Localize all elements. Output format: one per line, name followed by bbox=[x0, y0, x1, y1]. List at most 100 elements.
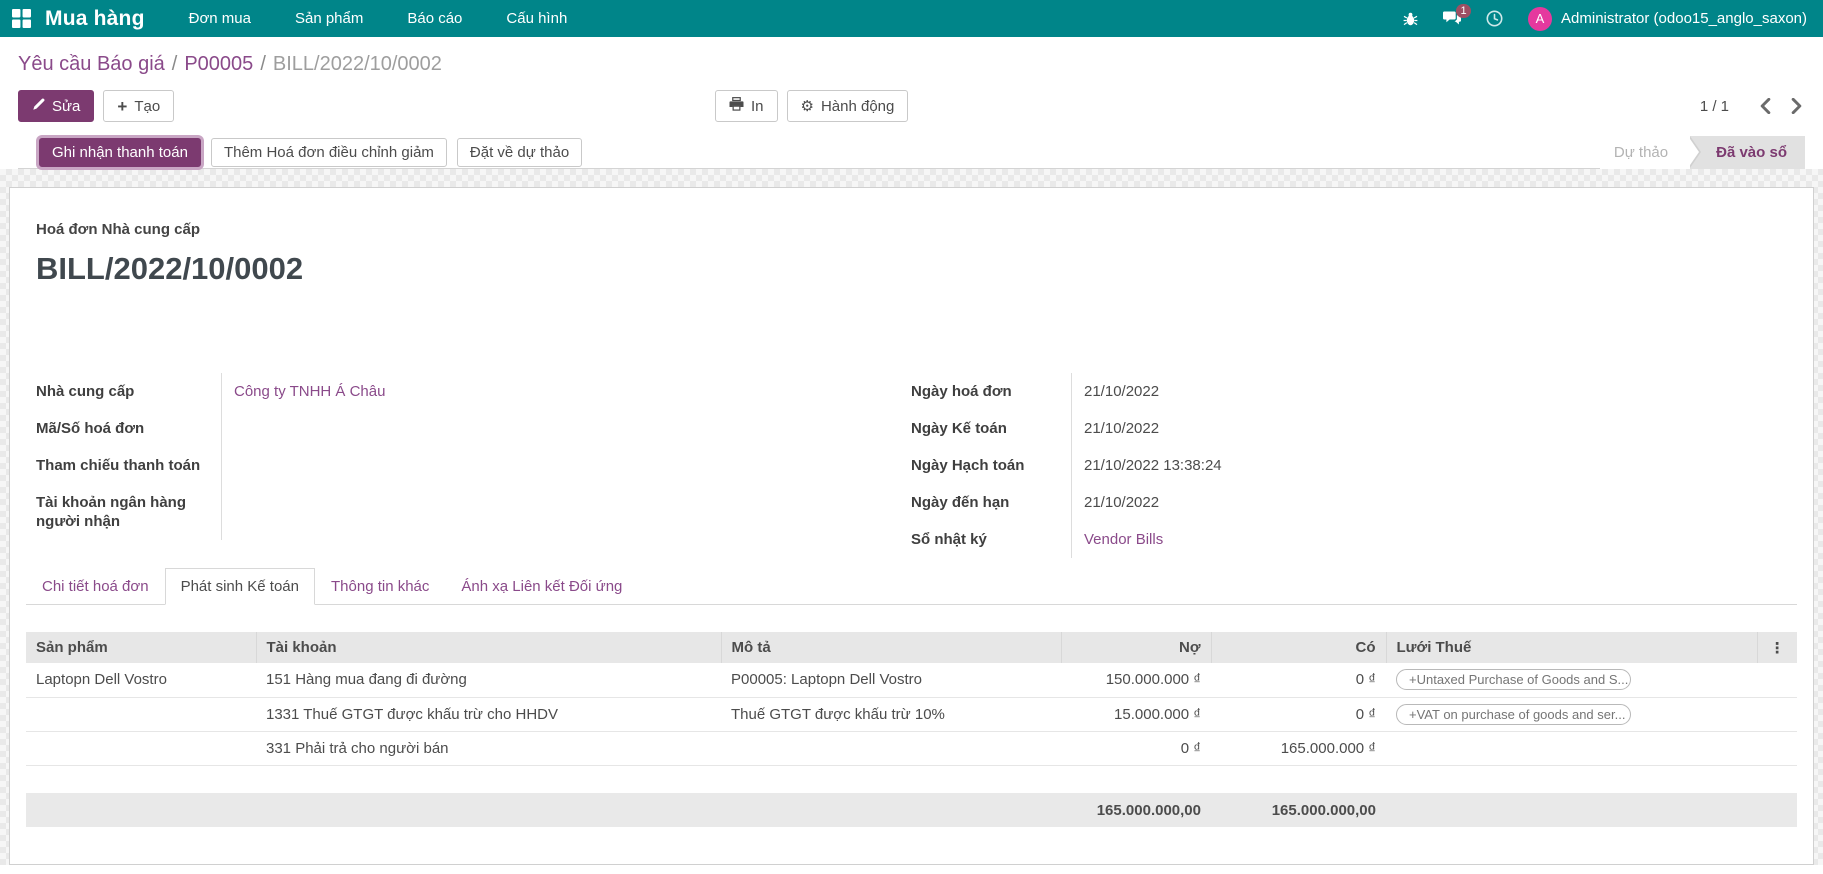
col-header-product[interactable]: Sản phẩm bbox=[26, 632, 256, 663]
total-credit: 165.000.000,00 bbox=[1211, 793, 1386, 827]
form-view-background: Hoá đơn Nhà cung cấp BILL/2022/10/0002 N… bbox=[0, 169, 1823, 865]
table-row[interactable]: Laptopn Dell Vostro 151 Hàng mua đang đi… bbox=[26, 663, 1797, 697]
edit-button[interactable]: Sửa bbox=[18, 90, 94, 122]
field-groups: Nhà cung cấp Công ty TNHH Á Châu Mã/Số h… bbox=[26, 373, 1797, 558]
reset-to-draft-button[interactable]: Đặt về dự thảo bbox=[457, 138, 582, 167]
plus-icon: + bbox=[117, 98, 127, 115]
field-label-payment-reference: Tham chiếu thanh toán bbox=[36, 447, 221, 484]
cell-debit[interactable]: 15.000.000 ₫ bbox=[1061, 697, 1211, 731]
totals-row: 165.000.000,00 165.000.000,00 bbox=[26, 793, 1797, 827]
pencil-icon bbox=[32, 98, 45, 115]
tax-grid-pill[interactable]: +Untaxed Purchase of Goods and S... bbox=[1396, 669, 1631, 690]
cell-product[interactable] bbox=[26, 697, 256, 731]
breadcrumb-link-rfq[interactable]: Yêu cầu Báo giá bbox=[18, 53, 165, 75]
printer-icon bbox=[729, 97, 744, 115]
field-label-bill-reference: Mã/Số hoá đơn bbox=[36, 410, 221, 447]
top-navbar: Mua hàng Đơn mua Sản phẩm Báo cáo Cấu hì… bbox=[0, 0, 1823, 37]
status-step-draft[interactable]: Dự thảo bbox=[1600, 136, 1690, 169]
breadcrumb-separator: / bbox=[165, 53, 185, 75]
breadcrumb-separator: / bbox=[253, 53, 273, 75]
col-header-credit[interactable]: Có bbox=[1211, 632, 1386, 663]
register-payment-button[interactable]: Ghi nhận thanh toán bbox=[39, 138, 201, 167]
field-label-bill-date: Ngày hoá đơn bbox=[911, 373, 1071, 410]
field-value-bill-reference[interactable] bbox=[221, 410, 911, 447]
field-value-vendor: Công ty TNHH Á Châu bbox=[221, 373, 911, 410]
pager-prev-icon[interactable] bbox=[1757, 96, 1774, 116]
cell-account[interactable]: 151 Hàng mua đang đi đường bbox=[256, 663, 721, 697]
create-button[interactable]: + Tạo bbox=[103, 90, 174, 122]
col-header-tax-grids[interactable]: Lưới Thuế bbox=[1386, 632, 1757, 663]
document-type-label: Hoá đơn Nhà cung cấp bbox=[26, 221, 1797, 238]
cell-credit[interactable]: 165.000.000 ₫ bbox=[1211, 731, 1386, 765]
field-value-payment-reference[interactable] bbox=[221, 447, 911, 484]
field-label-vendor: Nhà cung cấp bbox=[36, 373, 221, 410]
field-label-journal: Sổ nhật ký bbox=[911, 521, 1071, 558]
print-button[interactable]: In bbox=[715, 90, 778, 122]
cell-account[interactable]: 1331 Thuế GTGT được khấu trừ cho HHDV bbox=[256, 697, 721, 731]
field-value-recipient-bank[interactable] bbox=[221, 484, 911, 540]
statusbar: Ghi nhận thanh toán Thêm Hoá đơn điều ch… bbox=[18, 136, 1805, 169]
cell-debit[interactable]: 150.000.000 ₫ bbox=[1061, 663, 1211, 697]
tab-other-info[interactable]: Thông tin khác bbox=[315, 568, 445, 605]
tab-journal-items[interactable]: Phát sinh Kế toán bbox=[165, 568, 315, 605]
control-panel: Yêu cầu Báo giá/P00005/BILL/2022/10/0002… bbox=[0, 37, 1823, 169]
cell-description[interactable]: Thuế GTGT được khấu trừ 10% bbox=[721, 697, 1061, 731]
apps-menu-icon[interactable] bbox=[12, 9, 31, 28]
pager-count: 1 / 1 bbox=[1700, 98, 1743, 115]
tab-invoice-lines[interactable]: Chi tiết hoá đơn bbox=[26, 568, 165, 605]
tax-grid-pill[interactable]: +VAT on purchase of goods and ser... bbox=[1396, 704, 1631, 725]
pager-next-icon[interactable] bbox=[1788, 96, 1805, 116]
cell-product[interactable]: Laptopn Dell Vostro bbox=[26, 663, 256, 697]
notification-badge: 1 bbox=[1456, 4, 1471, 18]
cell-tax-grid: +VAT on purchase of goods and ser... bbox=[1386, 697, 1757, 731]
nav-item-configuration[interactable]: Cấu hình bbox=[506, 10, 567, 27]
nav-menu: Đơn mua Sản phẩm Báo cáo Cấu hình bbox=[189, 10, 568, 27]
breadcrumb: Yêu cầu Báo giá/P00005/BILL/2022/10/0002 bbox=[18, 51, 1805, 77]
control-buttons-row: Sửa + Tạo In ⚙ Hành động bbox=[18, 90, 1805, 122]
field-label-recipient-bank: Tài khoản ngân hàng người nhận bbox=[36, 484, 221, 540]
table-header-row: Sản phẩm Tài khoản Mô tả Nợ Có Lưới Thuế… bbox=[26, 632, 1797, 663]
col-header-account[interactable]: Tài khoản bbox=[256, 632, 721, 663]
table-row[interactable]: 331 Phải trả cho người bán 0 ₫ 165.000.0… bbox=[26, 731, 1797, 765]
col-header-debit[interactable]: Nợ bbox=[1061, 632, 1211, 663]
field-value-due-date[interactable]: 21/10/2022 bbox=[1071, 484, 1611, 521]
cell-debit[interactable]: 0 ₫ bbox=[1061, 731, 1211, 765]
cell-product[interactable] bbox=[26, 731, 256, 765]
action-button[interactable]: ⚙ Hành động bbox=[787, 90, 909, 122]
nav-item-reporting[interactable]: Báo cáo bbox=[407, 10, 462, 27]
activities-clock-icon[interactable] bbox=[1486, 10, 1503, 27]
user-menu[interactable]: A Administrator (odoo15_anglo_saxon) bbox=[1528, 7, 1807, 31]
user-name: Administrator (odoo15_anglo_saxon) bbox=[1561, 10, 1807, 27]
nav-item-purchase-orders[interactable]: Đơn mua bbox=[189, 10, 251, 27]
field-value-accounting-date[interactable]: 21/10/2022 bbox=[1071, 410, 1611, 447]
field-value-posting-date[interactable]: 21/10/2022 13:38:24 bbox=[1071, 447, 1611, 484]
nav-item-products[interactable]: Sản phẩm bbox=[295, 10, 363, 27]
status-step-posted[interactable]: Đã vào sổ bbox=[1690, 136, 1805, 169]
total-debit: 165.000.000,00 bbox=[1061, 793, 1211, 827]
cell-description[interactable] bbox=[721, 731, 1061, 765]
breadcrumb-current: BILL/2022/10/0002 bbox=[273, 53, 442, 75]
table-spacer-row bbox=[26, 765, 1797, 793]
journal-items-table: Sản phẩm Tài khoản Mô tả Nợ Có Lưới Thuế… bbox=[26, 632, 1797, 827]
add-credit-note-button[interactable]: Thêm Hoá đơn điều chỉnh giảm bbox=[211, 138, 447, 167]
vendor-link[interactable]: Công ty TNHH Á Châu bbox=[234, 383, 385, 400]
messages-icon[interactable]: 1 bbox=[1443, 11, 1461, 26]
col-header-description[interactable]: Mô tả bbox=[721, 632, 1061, 663]
page-title: BILL/2022/10/0002 bbox=[26, 251, 1797, 287]
column-options-icon[interactable]: ⋮ bbox=[1757, 632, 1797, 663]
pager: 1 / 1 bbox=[1700, 96, 1805, 116]
debug-bug-icon[interactable] bbox=[1403, 11, 1418, 27]
breadcrumb-link-po[interactable]: P00005 bbox=[184, 53, 253, 75]
app-name[interactable]: Mua hàng bbox=[45, 7, 145, 31]
cell-description[interactable]: P00005: Laptopn Dell Vostro bbox=[721, 663, 1061, 697]
form-sheet: Hoá đơn Nhà cung cấp BILL/2022/10/0002 N… bbox=[9, 187, 1814, 865]
field-group-right: Ngày hoá đơn 21/10/2022 Ngày Kế toán 21/… bbox=[911, 373, 1611, 558]
cell-credit[interactable]: 0 ₫ bbox=[1211, 663, 1386, 697]
tab-reconciliation[interactable]: Ánh xạ Liên kết Đối ứng bbox=[445, 568, 638, 605]
notebook-tabs: Chi tiết hoá đơn Phát sinh Kế toán Thông… bbox=[26, 568, 1797, 605]
field-value-bill-date[interactable]: 21/10/2022 bbox=[1071, 373, 1611, 410]
cell-account[interactable]: 331 Phải trả cho người bán bbox=[256, 731, 721, 765]
cell-credit[interactable]: 0 ₫ bbox=[1211, 697, 1386, 731]
table-row[interactable]: 1331 Thuế GTGT được khấu trừ cho HHDV Th… bbox=[26, 697, 1797, 731]
journal-link[interactable]: Vendor Bills bbox=[1084, 531, 1163, 548]
